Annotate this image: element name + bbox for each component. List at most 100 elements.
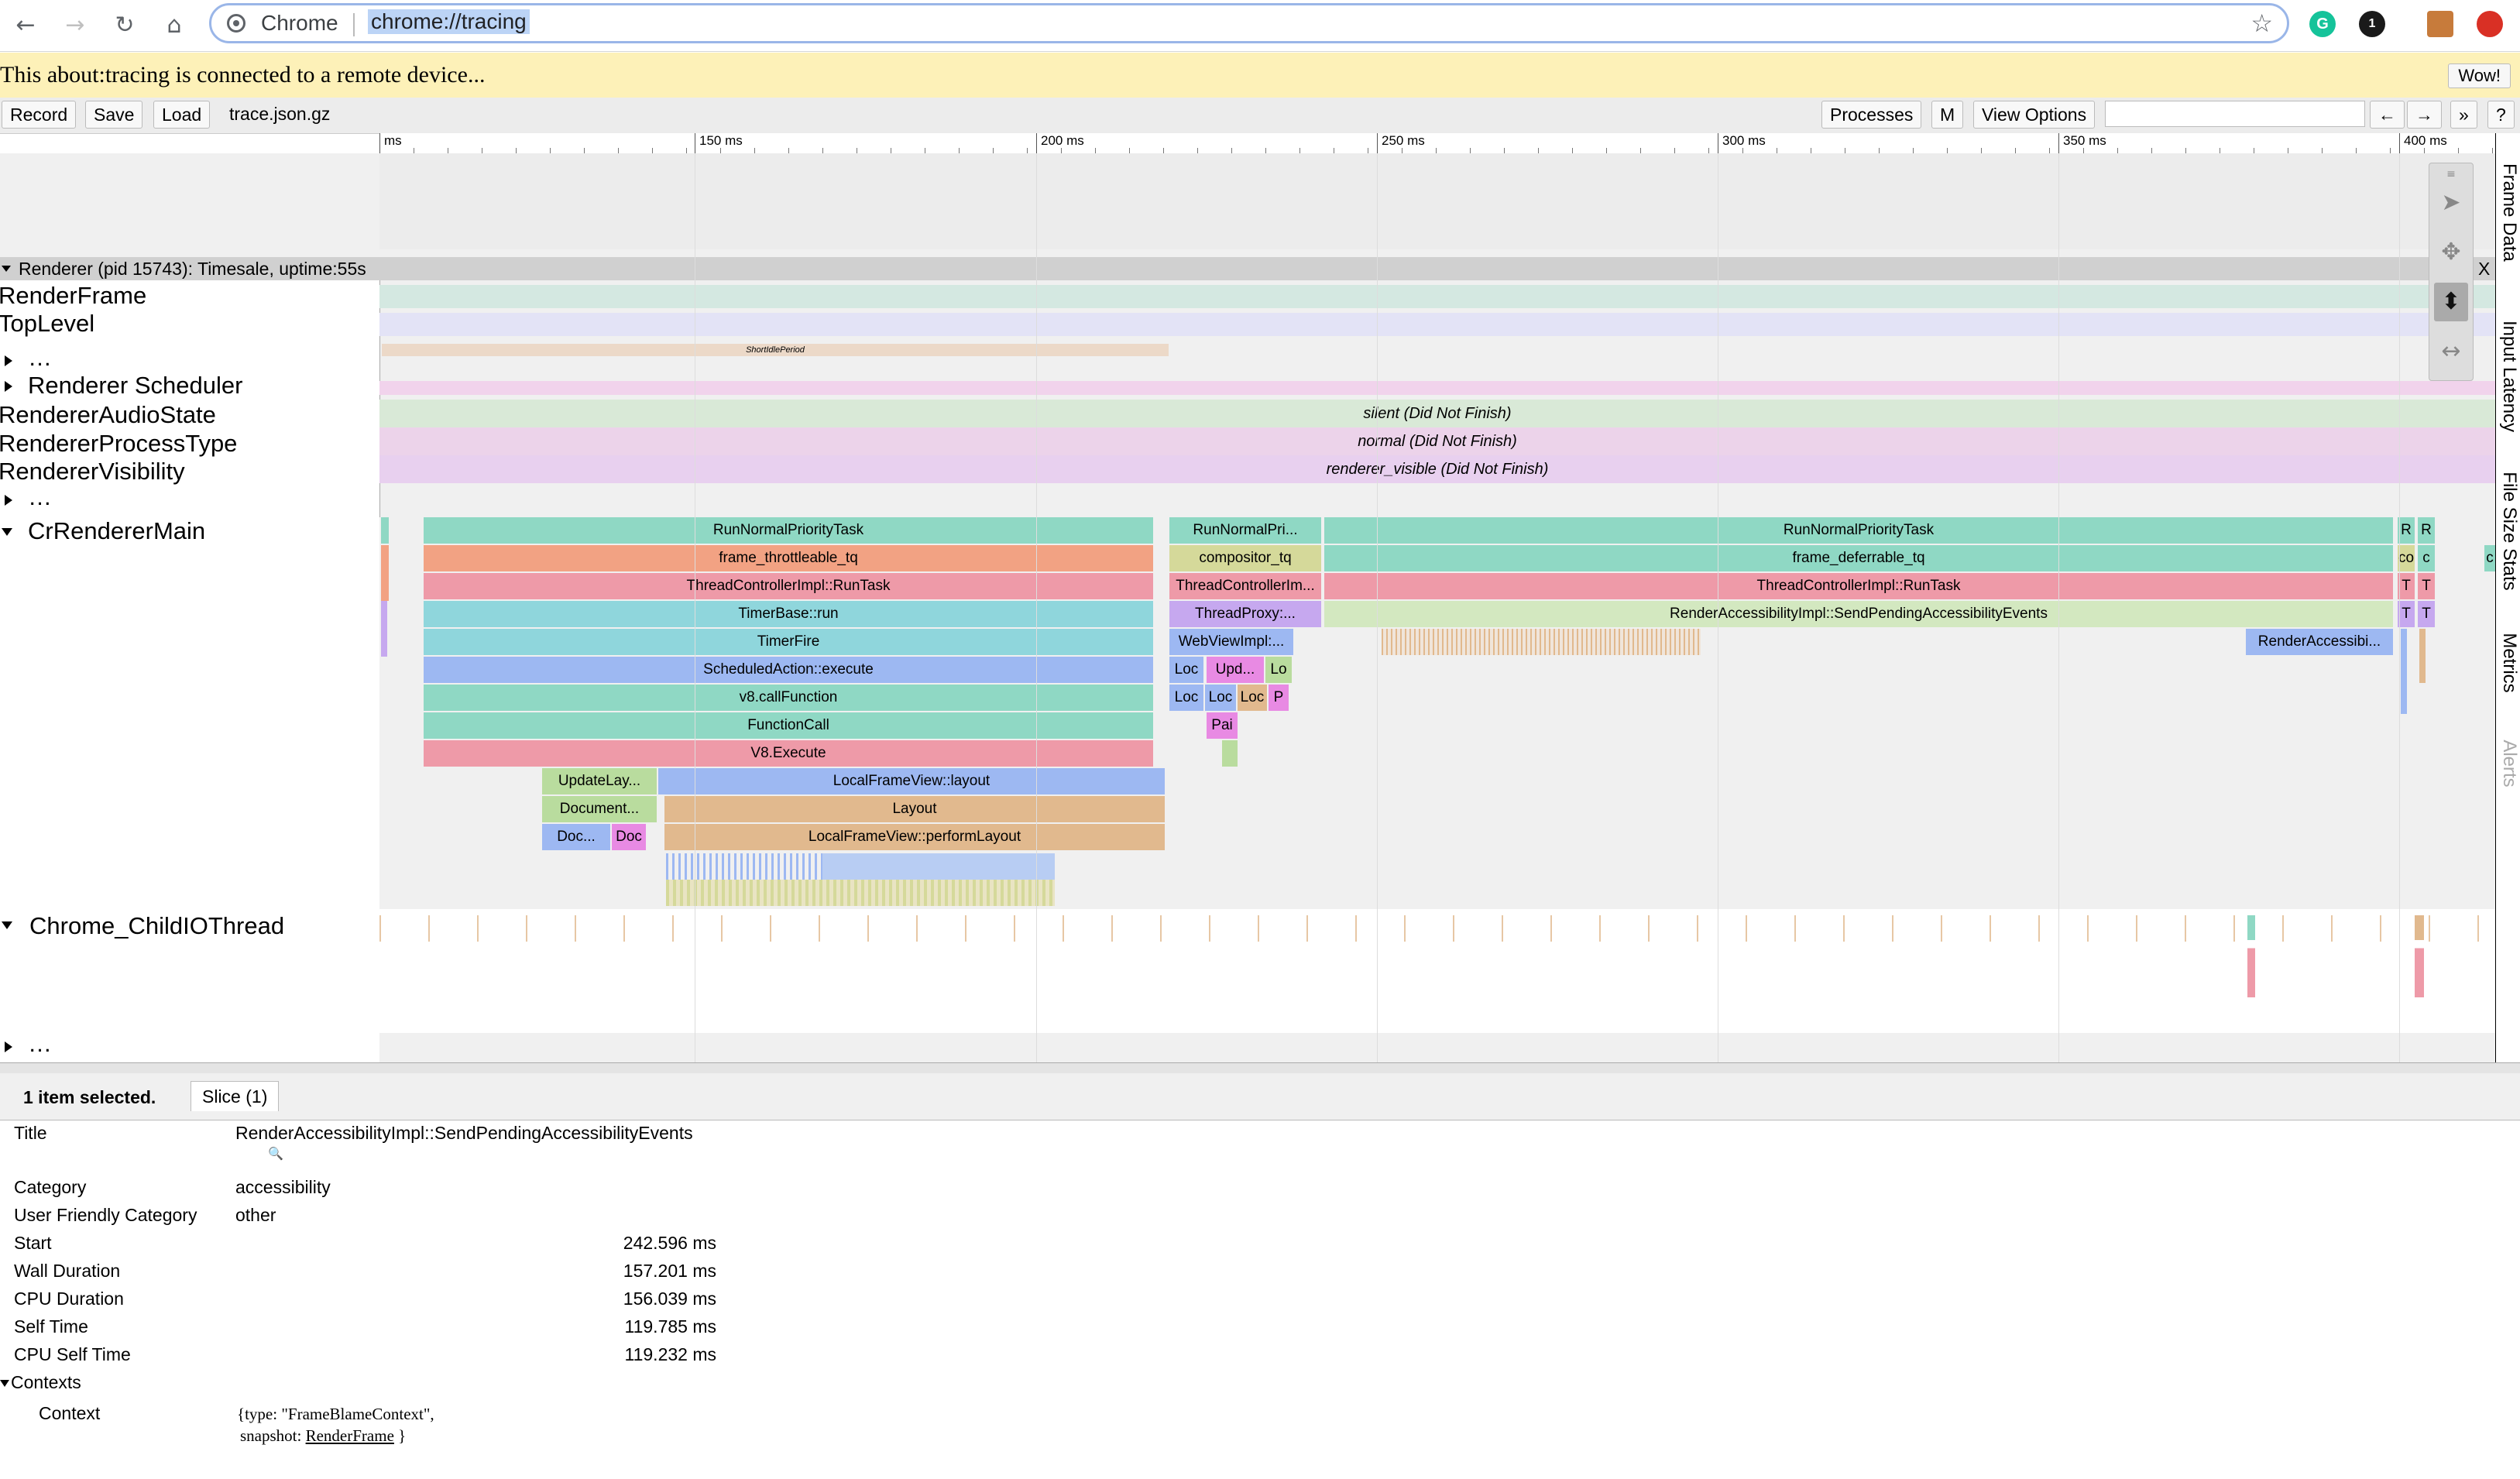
selection-tool-icon[interactable]: ➤ bbox=[2434, 184, 2468, 222]
expand-button[interactable]: » bbox=[2450, 101, 2477, 129]
slice[interactable]: Loc bbox=[1205, 685, 1236, 711]
slice[interactable]: TimerBase::run bbox=[424, 601, 1153, 627]
record-button[interactable]: Record bbox=[2, 101, 77, 129]
search-icon[interactable]: 🔍 bbox=[268, 1146, 283, 1161]
renderframe-band[interactable] bbox=[379, 285, 2495, 308]
expand-triangle-icon[interactable] bbox=[5, 381, 12, 392]
slice[interactable]: T bbox=[2418, 573, 2435, 599]
pan-tool-icon[interactable]: ✥ bbox=[2434, 233, 2468, 272]
io-slice[interactable] bbox=[2415, 915, 2424, 997]
slice[interactable]: ThreadControllerImpl::RunTask bbox=[1324, 573, 2393, 599]
slice[interactable]: RunNormalPriorityTask bbox=[1324, 517, 2393, 544]
tab-file-size-stats[interactable]: File Size Stats bbox=[2498, 465, 2520, 597]
zoom-tool-icon[interactable]: ⬍ bbox=[2434, 283, 2468, 321]
slice[interactable]: P bbox=[1269, 685, 1289, 711]
slice[interactable] bbox=[2419, 629, 2426, 683]
expand-triangle-icon[interactable] bbox=[5, 355, 12, 366]
slice[interactable]: ThreadControllerIm... bbox=[1169, 573, 1321, 599]
slice[interactable]: compositor_tq bbox=[1169, 545, 1321, 571]
slice[interactable]: FunctionCall bbox=[424, 712, 1153, 739]
slice[interactable]: ThreadProxy:... bbox=[1169, 601, 1321, 627]
slice[interactable]: WebViewImpl:... bbox=[1169, 629, 1293, 655]
url-text[interactable]: chrome://tracing bbox=[368, 9, 530, 34]
slice[interactable]: Lo bbox=[1265, 657, 1292, 683]
close-process-button[interactable]: X bbox=[2478, 259, 2490, 280]
slice[interactable]: V8.Execute bbox=[424, 740, 1153, 767]
expand-triangle-icon[interactable] bbox=[5, 1041, 12, 1052]
slice[interactable] bbox=[381, 601, 387, 657]
slice[interactable]: T bbox=[2418, 601, 2435, 627]
home-icon[interactable]: ⌂ bbox=[160, 11, 189, 40]
address-bar[interactable]: Chrome chrome://tracing ☆ bbox=[209, 3, 2289, 43]
process-header[interactable]: Renderer (pid 15743): Timesale, uptime:5… bbox=[0, 257, 2495, 280]
find-next-button[interactable]: → bbox=[2407, 101, 2442, 129]
slice[interactable]: Doc bbox=[612, 824, 646, 850]
scheduler-band[interactable] bbox=[379, 381, 2495, 395]
slice[interactable]: frame_deferrable_tq bbox=[1324, 545, 2393, 571]
collapse-triangle-icon[interactable] bbox=[2, 921, 12, 929]
slice[interactable]: c bbox=[2484, 545, 2495, 571]
metadata-button[interactable]: M bbox=[1931, 101, 1964, 129]
help-button[interactable]: ? bbox=[2487, 101, 2515, 129]
forward-icon[interactable]: → bbox=[60, 11, 90, 40]
onepassword-icon[interactable]: 1 bbox=[2359, 11, 2385, 37]
tab-metrics[interactable]: Metrics bbox=[2498, 628, 2520, 698]
slice[interactable]: ScheduledAction::execute bbox=[424, 657, 1153, 683]
slice[interactable]: UpdateLay... bbox=[542, 768, 657, 794]
process-type-band[interactable]: normal (Did Not Finish) bbox=[379, 427, 2495, 455]
back-icon[interactable]: ← bbox=[11, 11, 40, 40]
profile-avatar[interactable] bbox=[2427, 11, 2453, 37]
accessibility-subslices[interactable] bbox=[1382, 629, 1701, 655]
load-button[interactable]: Load bbox=[153, 101, 211, 129]
tab-frame-data[interactable]: Frame Data bbox=[2498, 163, 2520, 262]
slice[interactable]: RenderAccessibi... bbox=[2246, 629, 2393, 655]
time-ruler[interactable]: ms 150 ms 200 ms 250 ms 300 ms 350 ms 40… bbox=[379, 133, 2495, 154]
slice[interactable]: T bbox=[2398, 601, 2415, 627]
slice[interactable] bbox=[1222, 740, 1238, 767]
slice[interactable]: LocalFrameView::layout bbox=[658, 768, 1165, 794]
slice[interactable]: Layout bbox=[664, 796, 1165, 822]
collapse-triangle-icon[interactable] bbox=[0, 1380, 9, 1387]
site-info-icon[interactable] bbox=[227, 14, 245, 33]
slice[interactable]: T bbox=[2398, 573, 2415, 599]
tab-slice[interactable]: Slice (1) bbox=[191, 1081, 280, 1111]
slice[interactable]: ThreadControllerImpl::RunTask bbox=[424, 573, 1153, 599]
slice[interactable] bbox=[381, 545, 389, 601]
selected-slice[interactable]: RenderAccessibilityImpl::SendPendingAcce… bbox=[1324, 601, 2393, 627]
expand-triangle-icon[interactable] bbox=[5, 495, 12, 506]
renderframe-link[interactable]: RenderFrame bbox=[306, 1426, 394, 1445]
reload-icon[interactable]: ↻ bbox=[110, 11, 139, 40]
layout-subslices[interactable] bbox=[666, 880, 1055, 906]
slice[interactable]: Loc bbox=[1169, 657, 1203, 683]
slice[interactable] bbox=[2401, 629, 2407, 714]
slice[interactable]: Document... bbox=[542, 796, 657, 822]
collapse-triangle-icon[interactable] bbox=[2, 266, 11, 272]
slice[interactable]: R bbox=[2418, 517, 2435, 544]
toplevel-band[interactable] bbox=[379, 313, 2495, 336]
wow-button[interactable]: Wow! bbox=[2448, 63, 2511, 88]
view-options-button[interactable]: View Options bbox=[1973, 101, 2096, 129]
slice[interactable]: R bbox=[2398, 517, 2415, 544]
slice[interactable]: frame_throttleable_tq bbox=[424, 545, 1153, 571]
slice[interactable]: Upd... bbox=[1207, 657, 1264, 683]
slice[interactable]: c bbox=[2418, 545, 2435, 571]
collapse-triangle-icon[interactable] bbox=[2, 528, 12, 536]
slice[interactable]: v8.callFunction bbox=[424, 685, 1153, 711]
audio-state-band[interactable]: silent (Did Not Finish) bbox=[379, 400, 2495, 427]
slice[interactable]: Loc bbox=[1169, 685, 1203, 711]
slice[interactable]: co bbox=[2398, 545, 2415, 571]
slice[interactable]: TimerFire bbox=[424, 629, 1153, 655]
grammarly-icon[interactable]: G bbox=[2309, 11, 2336, 37]
processes-button[interactable]: Processes bbox=[1821, 101, 1922, 129]
adblock-icon[interactable] bbox=[2477, 11, 2503, 37]
slice[interactable] bbox=[381, 517, 389, 544]
save-button[interactable]: Save bbox=[85, 101, 143, 129]
timing-tool-icon[interactable]: ↔ bbox=[2434, 332, 2468, 371]
visibility-band[interactable]: renderer_visible (Did Not Finish) bbox=[379, 455, 2495, 483]
io-slices[interactable] bbox=[379, 915, 2495, 942]
layout-subslice[interactable] bbox=[822, 853, 1055, 880]
find-previous-button[interactable]: ← bbox=[2370, 101, 2405, 129]
timeline-tracks[interactable]: Renderer (pid 15743): Timesale, uptime:5… bbox=[0, 153, 2495, 1062]
slice[interactable]: LocalFrameView::performLayout bbox=[664, 824, 1165, 850]
tab-input-latency[interactable]: Input Latency bbox=[2498, 311, 2520, 442]
